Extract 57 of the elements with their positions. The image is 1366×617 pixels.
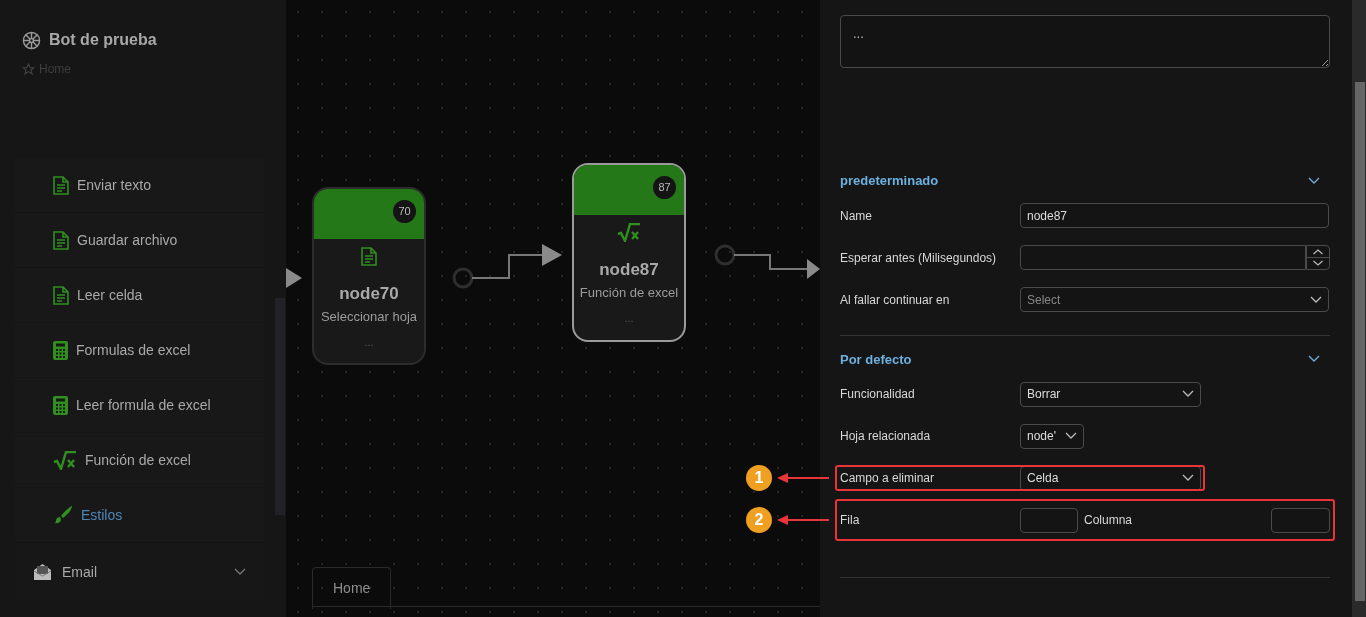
node-name: node87: [598, 259, 660, 281]
node-name: node70: [338, 283, 400, 305]
node-subtitle: Seleccionar hoja: [319, 307, 419, 326]
field-label: Esperar antes (Milisegundos): [840, 249, 998, 267]
scrollbar-thumb[interactable]: [1355, 82, 1365, 601]
select-field[interactable]: Select: [1020, 287, 1329, 312]
node-more: ...: [623, 311, 635, 326]
tab[interactable]: Home: [312, 567, 392, 609]
document-icon: [53, 230, 69, 250]
calculator-icon: [53, 395, 68, 415]
node-more: ...: [363, 335, 375, 350]
field-label: Hoja relacionada: [840, 428, 932, 445]
section-title: Por defecto: [840, 350, 912, 369]
brush-icon: [53, 505, 73, 525]
square-root-icon: [53, 450, 77, 470]
field-label: Funcionalidad: [840, 386, 916, 403]
chevron-down-icon: [234, 568, 246, 576]
square-root-icon: [617, 223, 641, 242]
chevron-down-icon: [1065, 432, 1077, 440]
field-label: Al fallar continuar en: [840, 291, 951, 309]
flow-node[interactable]: 70 node70 Seleccionar hoja ...: [312, 187, 426, 365]
callout-arrow: [777, 514, 829, 526]
field-label: Fila: [840, 512, 861, 529]
chevron-down-icon: [1308, 355, 1320, 364]
text-field[interactable]: [1271, 507, 1330, 533]
node-badge: 87: [653, 176, 676, 199]
chevron-down-icon: [1182, 474, 1194, 482]
select-field[interactable]: node': [1020, 423, 1084, 449]
callout-arrow: [777, 472, 829, 484]
text-field[interactable]: [1020, 507, 1078, 533]
node-subtitle: Función de excel: [578, 283, 680, 302]
document-icon: [53, 175, 69, 195]
chevron-down-icon: [1182, 390, 1194, 398]
chevron-down-icon: [1308, 176, 1320, 185]
field-label: Name: [840, 207, 873, 225]
document-icon: [53, 285, 69, 305]
app-title: Bot de prueba: [49, 30, 157, 50]
wheel-icon: [22, 30, 41, 50]
field-label: Campo a eliminar: [840, 470, 936, 487]
envelope-icon: [33, 563, 52, 581]
section-header[interactable]: Por defecto: [840, 349, 1330, 369]
section-title: predeterminado: [840, 172, 939, 190]
node-badge: 70: [393, 200, 416, 223]
number-field[interactable]: [1020, 245, 1306, 270]
text-field[interactable]: node87: [1020, 203, 1329, 228]
star-icon: [22, 62, 35, 76]
calculator-icon: [53, 340, 68, 360]
input-arrow-icon: [286, 268, 302, 288]
scrollbar-thumb[interactable]: [275, 298, 285, 515]
section-header[interactable]: predeterminado: [840, 171, 1330, 191]
flow-node[interactable]: 87 node87 Función de excel ...: [572, 163, 686, 342]
document-icon: [361, 247, 377, 266]
description-field[interactable]: ...: [840, 15, 1330, 68]
chevron-down-icon: [1310, 295, 1322, 304]
select-field[interactable]: Borrar: [1020, 381, 1201, 407]
field-label: Columna: [1084, 512, 1134, 529]
spinner-control[interactable]: [1306, 245, 1330, 270]
